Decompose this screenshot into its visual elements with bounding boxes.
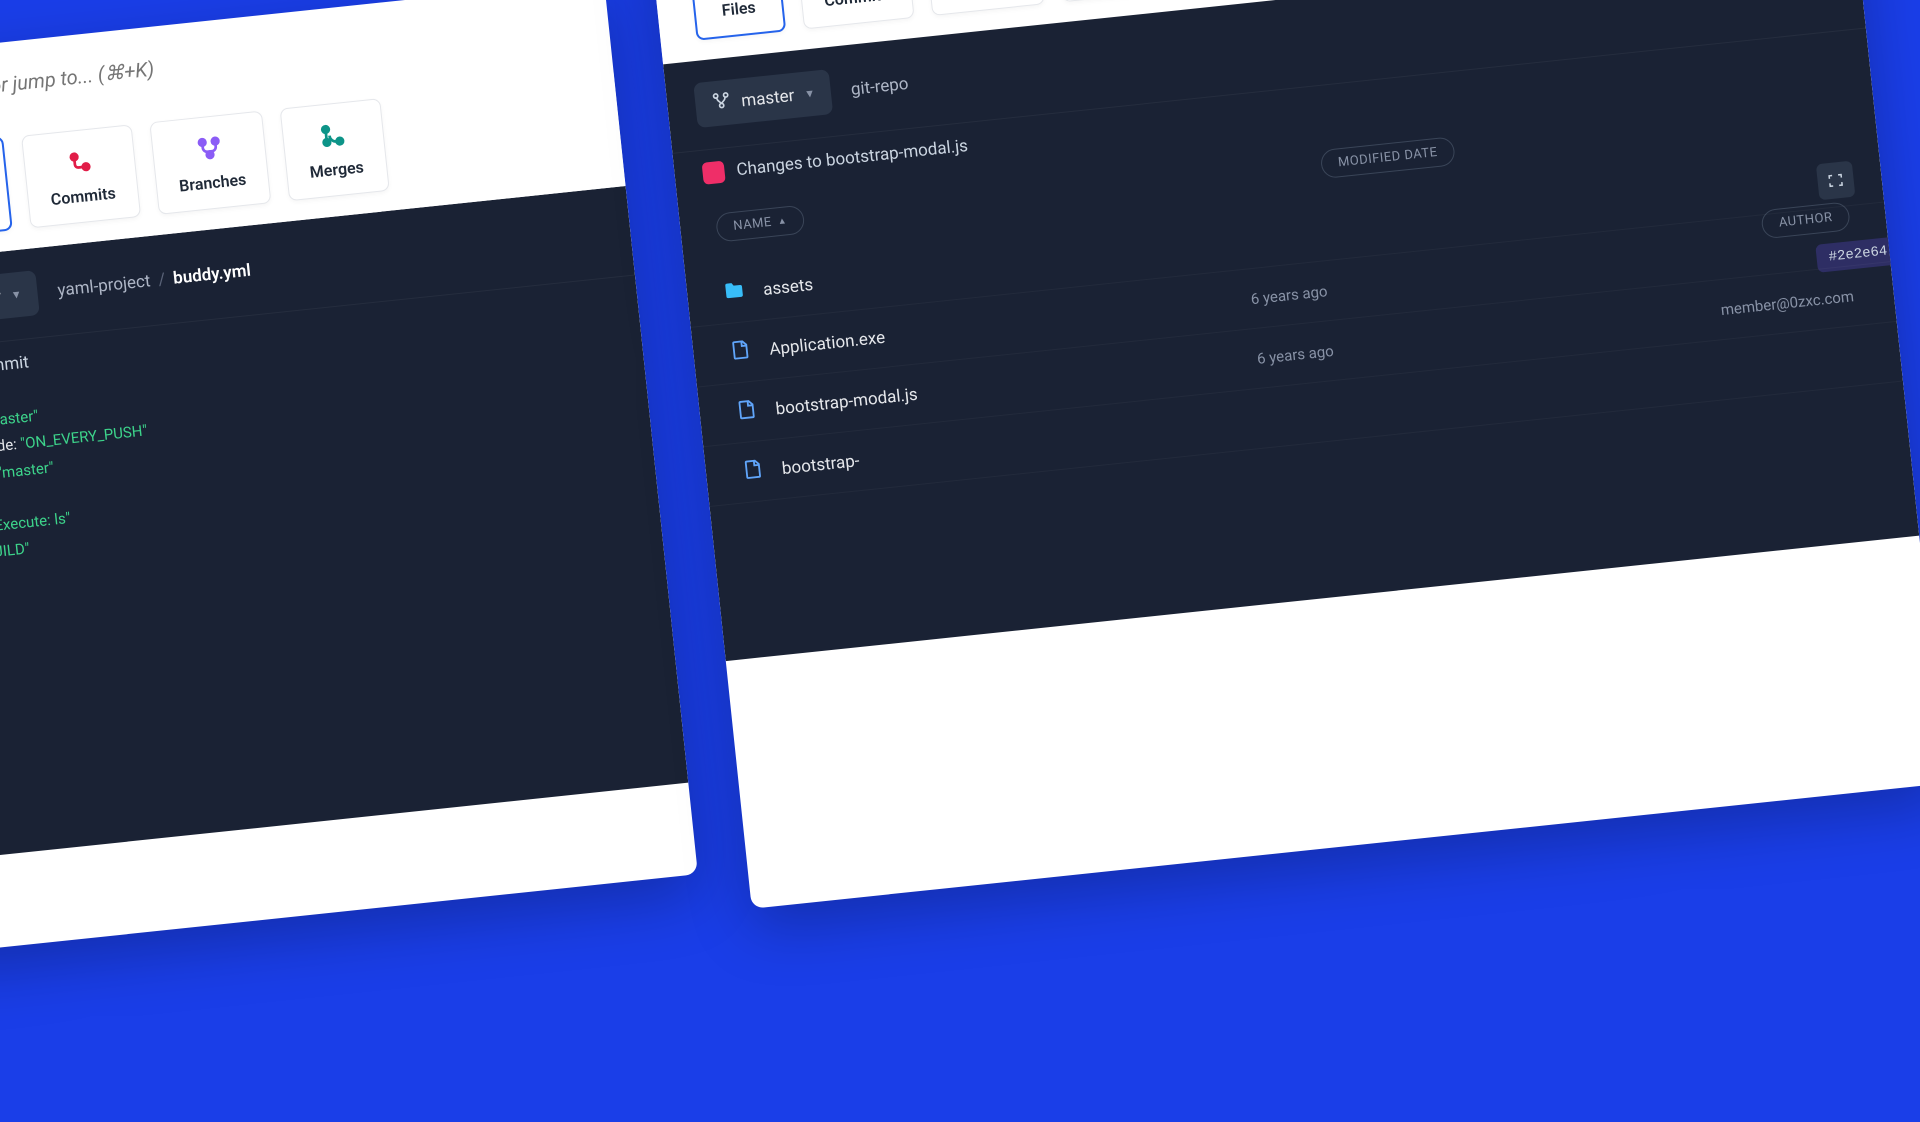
branch-name: master xyxy=(0,286,2,311)
tab-label: Commits xyxy=(823,0,890,10)
merge-icon xyxy=(317,119,350,152)
breadcrumb-root[interactable]: yaml-project xyxy=(57,271,152,301)
file-outline-icon xyxy=(741,457,766,486)
branch-selector[interactable]: master ▼ xyxy=(0,270,40,329)
file-name: assets xyxy=(762,274,814,299)
code-panel: Files Commits Branches xyxy=(0,0,698,954)
commit-icon xyxy=(63,145,96,178)
breadcrumb: git-repo xyxy=(850,73,910,99)
breadcrumb-file: buddy.yml xyxy=(172,260,252,288)
folder-icon xyxy=(722,278,747,307)
commit-message: Init commit xyxy=(0,352,30,381)
file-modified: 6 years ago xyxy=(1250,282,1328,308)
chevron-down-icon: ▼ xyxy=(804,87,816,101)
file-name: bootstrap-modal.js xyxy=(775,384,919,419)
branch-icon xyxy=(193,132,226,165)
search-input[interactable] xyxy=(0,38,325,104)
tab-branches[interactable]: Branches xyxy=(923,0,1045,16)
tab-label: Merges xyxy=(309,157,365,182)
tab-label: Files xyxy=(721,0,757,20)
repo-name[interactable]: git-repo xyxy=(850,73,910,99)
tab-merges[interactable]: Merges xyxy=(1053,0,1162,2)
tab-commits[interactable]: Commits xyxy=(794,0,914,29)
file-author: member@0zxc.com xyxy=(1720,287,1855,319)
sort-asc-icon: ▲ xyxy=(777,215,788,227)
chevron-down-icon: ▼ xyxy=(10,288,22,302)
branch-name: master xyxy=(740,85,795,110)
column-header-modified[interactable]: MODIFIED DATE xyxy=(1320,136,1456,179)
tab-label: Commits xyxy=(50,183,117,209)
tab-merges[interactable]: Merges xyxy=(280,98,389,201)
tab-label: Branches xyxy=(178,170,247,196)
files-panel: Files Commits Branches xyxy=(647,0,1920,909)
file-outline-icon xyxy=(735,397,760,426)
tab-files[interactable]: Files xyxy=(0,136,13,240)
file-outline-icon xyxy=(728,338,753,367)
column-header-name[interactable]: NAME ▲ xyxy=(715,205,806,243)
file-modified: 6 years ago xyxy=(1256,341,1334,367)
tab-branches[interactable]: Branches xyxy=(149,111,271,215)
branch-graph-icon xyxy=(710,90,733,117)
breadcrumb: yaml-project / buddy.yml xyxy=(57,260,252,300)
file-name: bootstrap- xyxy=(781,451,860,479)
tab-commits[interactable]: Commits xyxy=(21,124,141,228)
file-name: Application.exe xyxy=(768,327,886,359)
branch-selector[interactable]: master ▼ xyxy=(693,69,833,128)
tab-files[interactable]: Files xyxy=(687,0,786,41)
avatar xyxy=(702,161,726,185)
